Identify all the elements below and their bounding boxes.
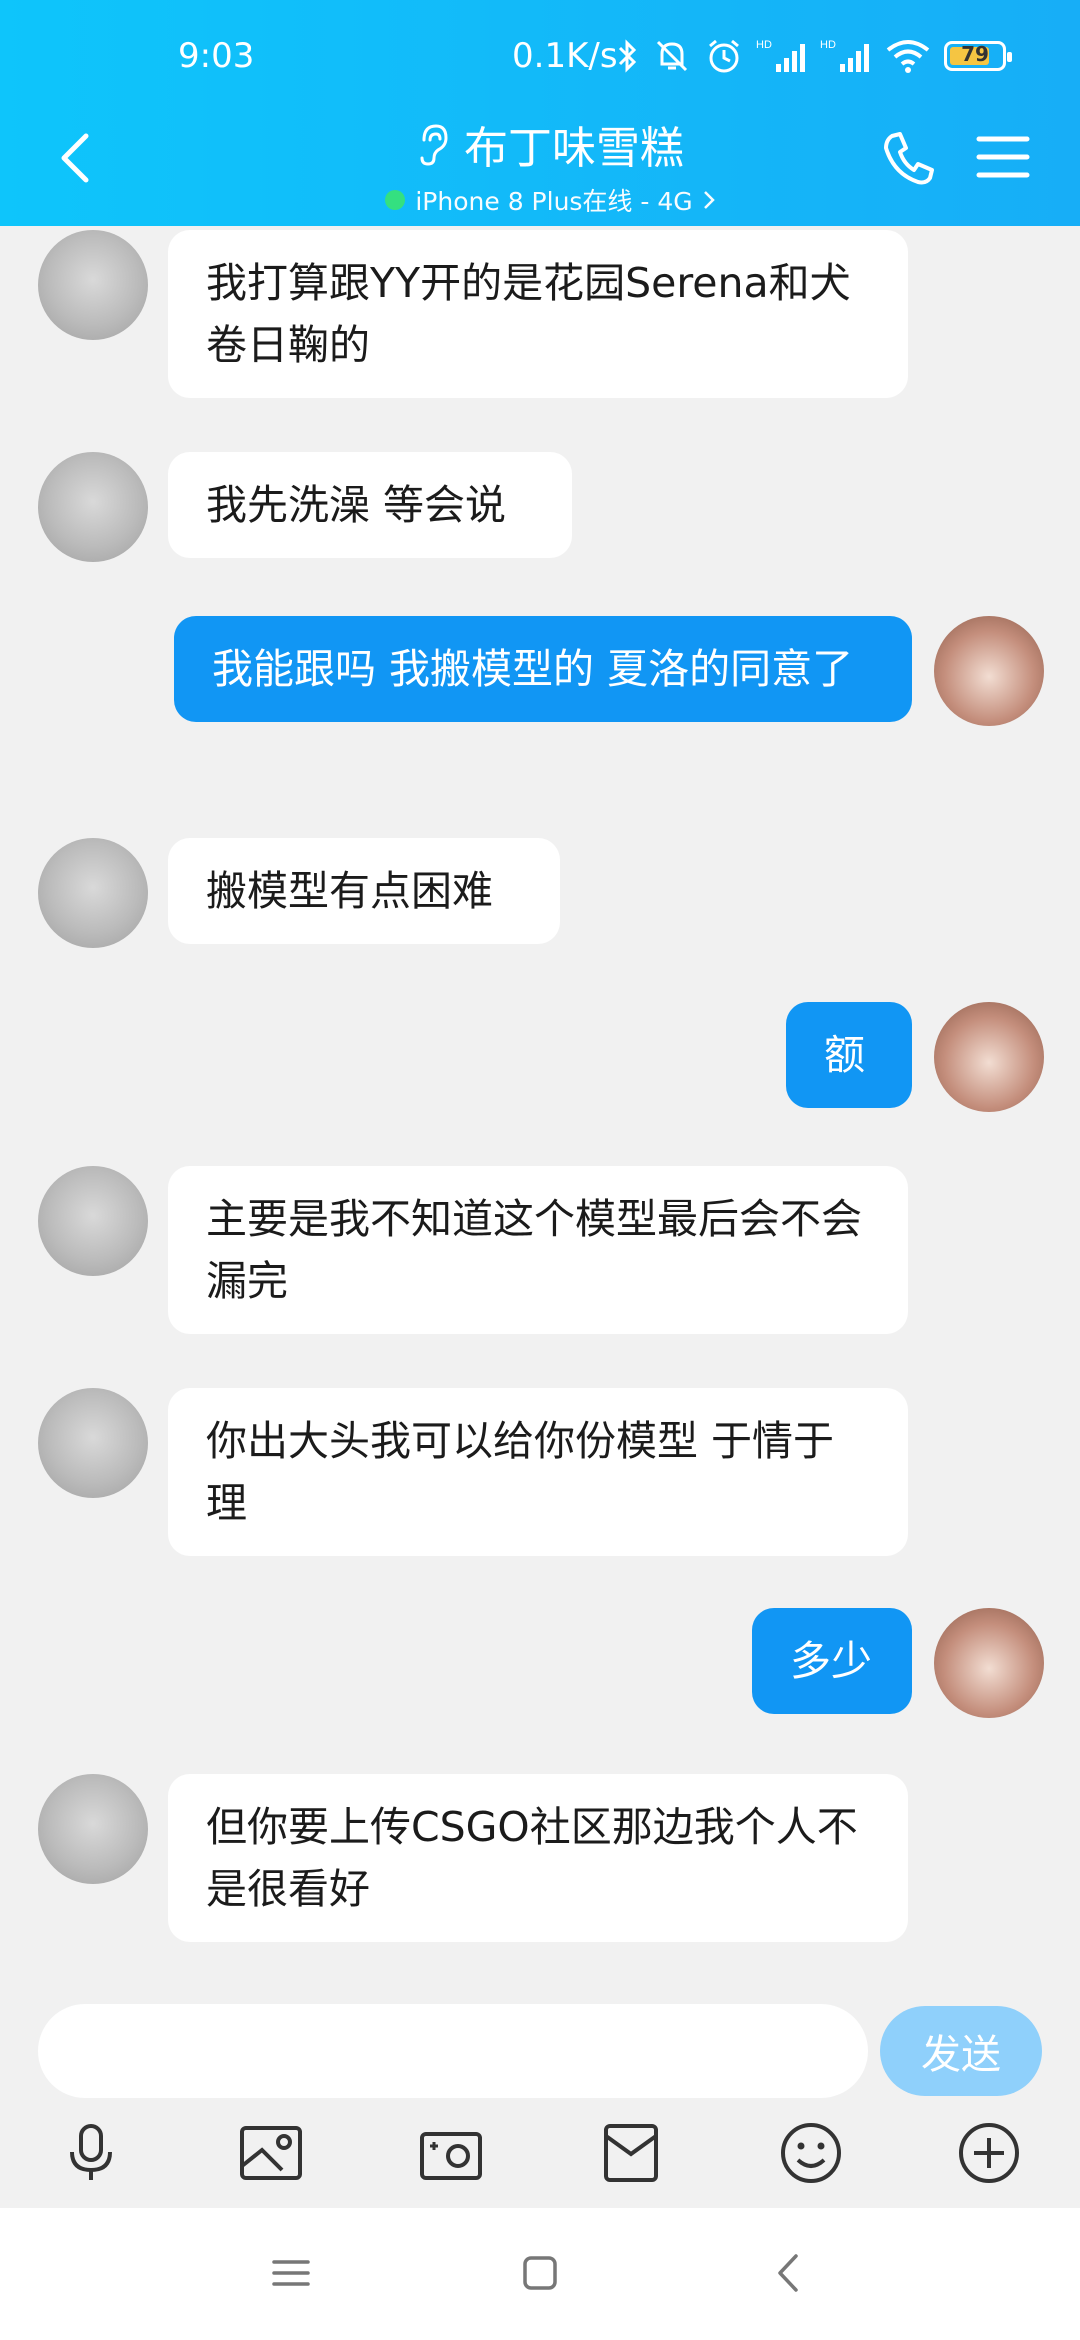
message-bubble[interactable]: 我先洗澡 等会说 — [168, 452, 572, 558]
contact-name: 布丁味雪糕 — [464, 123, 684, 174]
message-bubble[interactable]: 搬模型有点困难 — [168, 838, 560, 944]
message-bubble[interactable]: 多少 — [752, 1608, 912, 1714]
avatar[interactable] — [38, 452, 148, 562]
message-bubble[interactable]: 我能跟吗 我搬模型的 夏洛的同意了 — [174, 616, 912, 722]
battery-level: 79 — [961, 42, 989, 66]
composer-toolbar — [0, 2120, 1080, 2200]
camera-icon[interactable] — [418, 2120, 484, 2186]
ear-icon — [420, 124, 448, 166]
online-status[interactable]: iPhone 8 Plus在线 - 4G — [385, 182, 715, 218]
menu-icon[interactable] — [266, 2248, 316, 2298]
battery-icon: 79 — [944, 41, 1012, 71]
wifi-icon — [886, 40, 930, 73]
message-input[interactable] — [38, 2004, 868, 2098]
message-bubble[interactable]: 额 — [786, 1002, 912, 1108]
emoji-icon[interactable] — [778, 2120, 844, 2186]
svg-text:HD: HD — [756, 39, 772, 51]
chat-header: 9:03 0.1K/s HD HD 79 布丁味雪糕 iPhone 8 Plus… — [0, 0, 1080, 226]
status-icons: HD HD 79 — [616, 34, 1012, 78]
red-packet-icon[interactable] — [598, 2120, 664, 2186]
avatar[interactable] — [38, 838, 148, 948]
online-dot-icon — [385, 190, 406, 210]
avatar[interactable] — [38, 1774, 148, 1884]
microphone-icon[interactable] — [58, 2120, 124, 2186]
plus-icon[interactable] — [956, 2120, 1022, 2186]
status-time: 9:03 — [178, 36, 255, 76]
signal-hd-icon: HD — [756, 39, 805, 72]
message-bubble[interactable]: 我打算跟YY开的是花园Serena和犬卷日鞠的 — [168, 230, 908, 398]
home-icon[interactable] — [515, 2248, 565, 2298]
menu-icon[interactable] — [976, 134, 1030, 180]
avatar[interactable] — [934, 1608, 1044, 1718]
signal-hd-icon-2: HD — [820, 39, 869, 72]
online-status-text: iPhone 8 Plus在线 - 4G — [415, 187, 693, 216]
network-speed: 0.1K/s — [512, 36, 618, 76]
chevron-right-icon — [703, 191, 715, 209]
avatar[interactable] — [38, 230, 148, 340]
image-icon[interactable] — [238, 2120, 304, 2186]
avatar[interactable] — [38, 1388, 148, 1498]
message-bubble[interactable]: 你出大头我可以给你份模型 于情于理 — [168, 1388, 908, 1556]
message-bubble[interactable]: 但你要上传CSGO社区那边我个人不是很看好 — [168, 1774, 908, 1942]
status-bar: 9:03 0.1K/s HD HD 79 — [0, 0, 1080, 118]
avatar[interactable] — [38, 1166, 148, 1276]
message-bubble[interactable]: 主要是我不知道这个模型最后会不会漏完 — [168, 1166, 908, 1334]
svg-text:HD: HD — [820, 39, 836, 51]
avatar[interactable] — [934, 1002, 1044, 1112]
mute-icon — [656, 40, 688, 72]
avatar[interactable] — [934, 616, 1044, 726]
send-button[interactable]: 发送 — [880, 2006, 1042, 2096]
phone-call-icon[interactable] — [880, 128, 936, 188]
bluetooth-icon — [618, 39, 637, 73]
system-nav-bar — [0, 2208, 1080, 2340]
alarm-icon — [709, 39, 739, 73]
back-icon[interactable] — [764, 2248, 814, 2298]
back-arrow-icon[interactable] — [52, 128, 100, 188]
chat-title-area[interactable]: 布丁味雪糕 iPhone 8 Plus在线 - 4G — [340, 112, 760, 218]
